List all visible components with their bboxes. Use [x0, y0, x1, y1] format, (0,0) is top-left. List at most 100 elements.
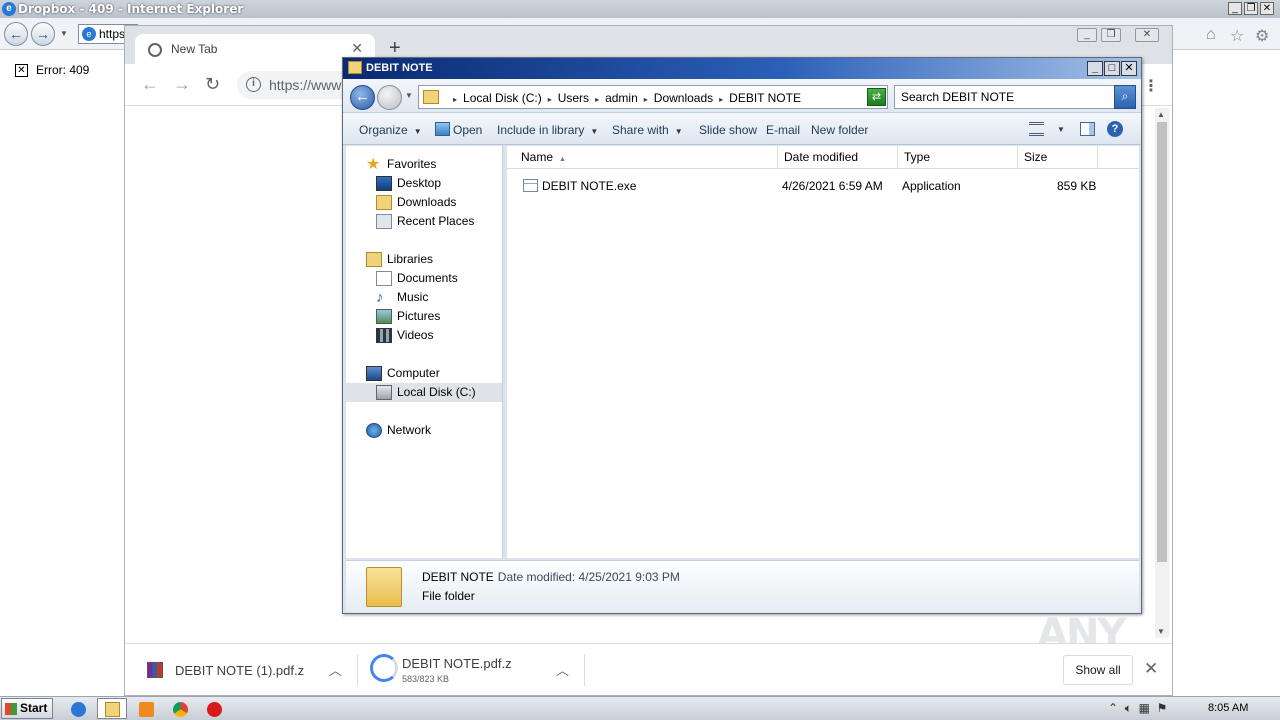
chrome-menu-icon[interactable]: ⋮: [1143, 76, 1159, 96]
chrome-scrollbar[interactable]: ▲ ▼: [1155, 108, 1169, 638]
nav-label: Recent Places: [397, 214, 475, 228]
ie-page-icon: e: [82, 27, 96, 41]
windows-logo-icon: [5, 703, 17, 715]
network-icon: [366, 423, 382, 438]
search-icon[interactable]: ⌕: [1114, 85, 1136, 109]
ie-favorites-star-icon[interactable]: ☆: [1230, 26, 1244, 46]
view-options-icon[interactable]: [1029, 122, 1044, 136]
tab-close-icon[interactable]: ✕: [351, 40, 363, 57]
chevron-right-icon[interactable]: ▸: [548, 95, 552, 104]
taskbar-security-app[interactable]: [199, 698, 229, 719]
column-header-size[interactable]: Size: [1018, 146, 1098, 169]
chrome-tab-new-tab[interactable]: New Tab ✕: [135, 34, 375, 64]
column-header-type[interactable]: Type: [898, 146, 1018, 169]
computer-icon: [366, 366, 382, 381]
search-input[interactable]: Search DEBIT NOTE ⌕: [894, 85, 1136, 109]
download-shelf-close-icon[interactable]: ✕: [1144, 659, 1158, 679]
taskbar-ie[interactable]: [63, 698, 93, 719]
nav-local-disk[interactable]: Local Disk (C:): [346, 383, 502, 402]
explorer-titlebar[interactable]: DEBIT NOTE _ □ ✕: [343, 58, 1141, 79]
ie-content: ✕ Error: 409: [0, 50, 124, 696]
download-item[interactable]: DEBIT NOTE (1).pdf.z ︿: [125, 644, 357, 696]
chrome-back-icon[interactable]: ←: [141, 74, 159, 95]
slide-show-button[interactable]: Slide show: [699, 123, 757, 137]
table-row[interactable]: DEBIT NOTE.exe 4/26/2021 6:59 AM Applica…: [519, 176, 1119, 196]
breadcrumb-items: ▸ Local Disk (C:) ▸ Users ▸ admin ▸ Downloads ▸ D…: [447, 91, 801, 105]
explorer-maximize-button[interactable]: □: [1104, 61, 1120, 76]
breadcrumb-debit-note[interactable]: DEBIT NOTE: [729, 91, 801, 105]
ie-settings-gear-icon[interactable]: ⚙: [1255, 26, 1269, 46]
chrome-restore-button[interactable]: ❐: [1101, 28, 1121, 42]
star-icon: ★: [366, 156, 381, 173]
new-folder-button[interactable]: New folder: [811, 123, 868, 137]
start-button[interactable]: Start: [1, 698, 53, 719]
volume-icon[interactable]: 🔈︎: [1125, 701, 1132, 715]
clock[interactable]: 8:05 AM: [1208, 702, 1248, 714]
explorer-forward-button[interactable]: [377, 85, 402, 110]
chevron-up-icon[interactable]: ︿: [329, 660, 342, 679]
open-button[interactable]: Open: [453, 123, 482, 137]
explorer-back-button[interactable]: ←: [350, 85, 375, 110]
help-icon[interactable]: ?: [1107, 121, 1123, 137]
show-all-button[interactable]: Show all: [1063, 655, 1133, 685]
include-in-library-button[interactable]: Include in library ▼: [497, 123, 598, 137]
chrome-reload-icon[interactable]: ↻: [205, 74, 220, 95]
taskbar: Start ⌃ 🔈︎ ▦ ⚑ 8:05 AM: [0, 696, 1280, 720]
ie-home-icon[interactable]: ⌂: [1206, 26, 1216, 44]
navigation-pane: ★ Favorites Desktop Downloads Recent Plac…: [346, 146, 503, 558]
ie-address-text: https: [99, 27, 126, 41]
recent-pages-dropdown-icon[interactable]: ▼: [405, 91, 413, 100]
chrome-forward-icon[interactable]: →: [173, 74, 191, 95]
tray-expand-icon[interactable]: ⌃: [1108, 701, 1118, 715]
ie-forward-button[interactable]: →: [31, 22, 55, 46]
email-button[interactable]: E-mail: [766, 123, 800, 137]
nav-label: Music: [397, 290, 429, 304]
breadcrumb-admin[interactable]: admin: [605, 91, 638, 105]
info-icon: i: [246, 77, 261, 92]
column-header-name[interactable]: Name ▲: [507, 146, 778, 169]
network-tray-icon[interactable]: ▦: [1139, 701, 1150, 715]
large-folder-icon: [366, 567, 402, 607]
preview-pane-icon[interactable]: [1080, 122, 1095, 136]
chevron-right-icon[interactable]: ▸: [595, 95, 599, 104]
taskbar-chrome[interactable]: [165, 698, 195, 719]
details-type: File folder: [422, 589, 475, 603]
breadcrumb-downloads[interactable]: Downloads: [654, 91, 713, 105]
download-item[interactable]: DEBIT NOTE.pdf.z 583/823 KB ︿: [358, 644, 584, 696]
breadcrumb-local-disk[interactable]: Local Disk (C:): [463, 91, 542, 105]
share-with-button[interactable]: Share with ▼: [612, 123, 683, 137]
media-player-icon: [139, 702, 154, 717]
taskbar-media-player[interactable]: [131, 698, 161, 719]
refresh-button[interactable]: ⇄: [867, 88, 886, 106]
explorer-title: DEBIT NOTE: [366, 62, 433, 74]
scroll-thumb[interactable]: [1157, 122, 1167, 562]
chevron-right-icon[interactable]: ▸: [719, 95, 723, 104]
chevron-right-icon[interactable]: ▸: [644, 95, 648, 104]
action-center-flag-icon[interactable]: ⚑: [1157, 701, 1168, 715]
chrome-minimize-button[interactable]: _: [1077, 28, 1097, 42]
ie-close-button[interactable]: ✕: [1260, 2, 1274, 15]
column-header-date[interactable]: Date modified: [778, 146, 898, 169]
nav-label: Downloads: [397, 195, 457, 209]
organize-button[interactable]: Organize ▼: [359, 123, 422, 137]
explorer-minimize-button[interactable]: _: [1087, 61, 1103, 76]
file-size: 859 KB: [1057, 179, 1097, 193]
explorer-folder-icon: [105, 702, 120, 717]
chevron-up-icon[interactable]: ︿: [556, 660, 569, 679]
nav-label: Libraries: [387, 252, 434, 266]
start-label: Start: [20, 701, 48, 715]
ie-back-button[interactable]: ←: [4, 22, 28, 46]
scroll-up-icon[interactable]: ▲: [1157, 110, 1165, 119]
new-tab-plus-icon[interactable]: +: [389, 38, 401, 58]
ie-minimize-button[interactable]: _: [1228, 2, 1242, 15]
chrome-close-button[interactable]: ✕: [1135, 28, 1159, 42]
explorer-close-button[interactable]: ✕: [1121, 61, 1137, 76]
chevron-right-icon[interactable]: ▸: [453, 95, 457, 104]
ie-history-dropdown-icon[interactable]: ▼: [60, 29, 68, 38]
taskbar-explorer[interactable]: [97, 698, 127, 719]
recent-places-icon: [376, 214, 392, 229]
view-dropdown-icon[interactable]: ▼: [1057, 125, 1065, 134]
ie-maximize-button[interactable]: ❐: [1244, 2, 1258, 15]
breadcrumb[interactable]: ▸ Local Disk (C:) ▸ Users ▸ admin ▸ Downloads ▸ D…: [418, 85, 888, 109]
breadcrumb-users[interactable]: Users: [558, 91, 589, 105]
